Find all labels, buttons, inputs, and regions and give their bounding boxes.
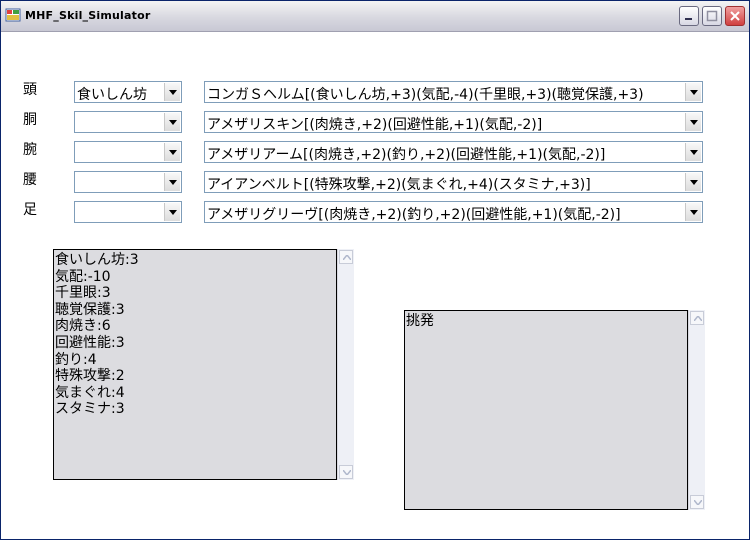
dropdown-arrow-icon[interactable]	[685, 113, 701, 131]
label-waist: 腰	[23, 172, 37, 188]
activated-skills-content: 挑発	[406, 313, 434, 330]
dropdown-arrow-icon[interactable]	[164, 113, 180, 131]
label-arms: 腕	[23, 142, 37, 158]
scroll-up-button[interactable]	[690, 311, 704, 325]
chevron-down-icon	[343, 470, 351, 475]
skill-select-waist[interactable]	[74, 171, 182, 193]
label-head: 頭	[23, 82, 37, 98]
equip-select-body[interactable]: アメザリスキン[(肉焼き,+2)(回避性能,+1)(気配,-2)]	[204, 111, 703, 133]
list-item: 気配:-10	[55, 268, 111, 285]
window-title: MHF_Skil_Simulator	[25, 9, 151, 22]
label-body: 胴	[23, 112, 37, 128]
skill-select-body[interactable]	[74, 111, 182, 133]
list-item: 聴覚保護:3	[55, 301, 125, 318]
list-item: 千里眼:3	[55, 285, 111, 302]
maximize-button[interactable]	[702, 6, 722, 26]
skill-select-head[interactable]: 食いしん坊	[74, 81, 182, 103]
scroll-down-button[interactable]	[339, 465, 353, 479]
list-item: 肉焼き:6	[55, 318, 111, 335]
chevron-down-icon	[694, 500, 702, 505]
skill-totals-scrollbar[interactable]	[337, 249, 354, 480]
list-item: 挑発	[406, 313, 434, 329]
equip-select-legs[interactable]: アメザリグリーヴ[(肉焼き,+2)(釣り,+2)(回避性能,+1)(気配,-2)…	[204, 201, 703, 223]
equip-select-arms[interactable]: アメザリアーム[(肉焼き,+2)(釣り,+2)(回避性能,+1)(気配,-2)]	[204, 141, 703, 163]
dropdown-arrow-icon[interactable]	[685, 173, 701, 191]
skill-select-legs[interactable]	[74, 201, 182, 223]
dropdown-arrow-icon[interactable]	[164, 173, 180, 191]
dropdown-arrow-icon[interactable]	[164, 203, 180, 221]
equip-select-waist-value: アイアンベルト[(特殊攻撃,+2)(気まぐれ,+4)(スタミナ,+3)]	[207, 177, 591, 193]
maximize-icon	[706, 10, 718, 22]
chevron-up-icon	[694, 316, 702, 321]
dropdown-arrow-icon[interactable]	[685, 203, 701, 221]
dropdown-arrow-icon[interactable]	[685, 83, 701, 101]
skill-totals-content: 食いしん坊:3 気配:-10 千里眼:3 聴覚保護:3 肉焼き:6 回避性能:3…	[55, 252, 139, 418]
equip-select-body-value: アメザリスキン[(肉焼き,+2)(回避性能,+1)(気配,-2)]	[207, 117, 543, 133]
dropdown-arrow-icon[interactable]	[164, 143, 180, 161]
list-item: 特殊攻撃:2	[55, 368, 125, 385]
activated-skills-scrollbar[interactable]	[688, 310, 705, 510]
skill-totals-list[interactable]: 食いしん坊:3 気配:-10 千里眼:3 聴覚保護:3 肉焼き:6 回避性能:3…	[53, 249, 337, 480]
close-button[interactable]	[725, 6, 745, 26]
scroll-up-button[interactable]	[339, 250, 353, 264]
app-window: MHF_Skil_Simulator 頭 胴 腕 腰 足 食いしん坊 コンガＳヘ…	[0, 0, 750, 540]
label-legs: 足	[23, 202, 37, 218]
activated-skills-list[interactable]: 挑発	[404, 310, 688, 510]
list-item: 気まぐれ:4	[55, 384, 125, 401]
skill-select-arms[interactable]	[74, 141, 182, 163]
app-icon	[5, 7, 21, 23]
list-item: 釣り:4	[55, 351, 97, 368]
close-icon	[730, 11, 740, 21]
scroll-down-button[interactable]	[690, 495, 704, 509]
equip-select-waist[interactable]: アイアンベルト[(特殊攻撃,+2)(気まぐれ,+4)(スタミナ,+3)]	[204, 171, 703, 193]
list-item: 食いしん坊:3	[55, 252, 139, 268]
title-bar[interactable]: MHF_Skil_Simulator	[1, 1, 749, 32]
equip-select-arms-value: アメザリアーム[(肉焼き,+2)(釣り,+2)(回避性能,+1)(気配,-2)]	[207, 147, 606, 163]
equip-select-legs-value: アメザリグリーヴ[(肉焼き,+2)(釣り,+2)(回避性能,+1)(気配,-2)…	[207, 207, 621, 223]
equip-select-head-value: コンガＳヘルム[(食いしん坊,+3)(気配,-4)(千里眼,+3)(聴覚保護,+…	[207, 87, 644, 103]
equip-select-head[interactable]: コンガＳヘルム[(食いしん坊,+3)(気配,-4)(千里眼,+3)(聴覚保護,+…	[204, 81, 703, 103]
dropdown-arrow-icon[interactable]	[164, 83, 180, 101]
list-item: スタミナ:3	[55, 401, 125, 418]
list-item: 回避性能:3	[55, 334, 125, 351]
skill-select-head-value: 食いしん坊	[77, 87, 147, 103]
chevron-up-icon	[343, 255, 351, 260]
minimize-icon	[685, 18, 692, 20]
minimize-button[interactable]	[679, 6, 699, 26]
dropdown-arrow-icon[interactable]	[685, 143, 701, 161]
